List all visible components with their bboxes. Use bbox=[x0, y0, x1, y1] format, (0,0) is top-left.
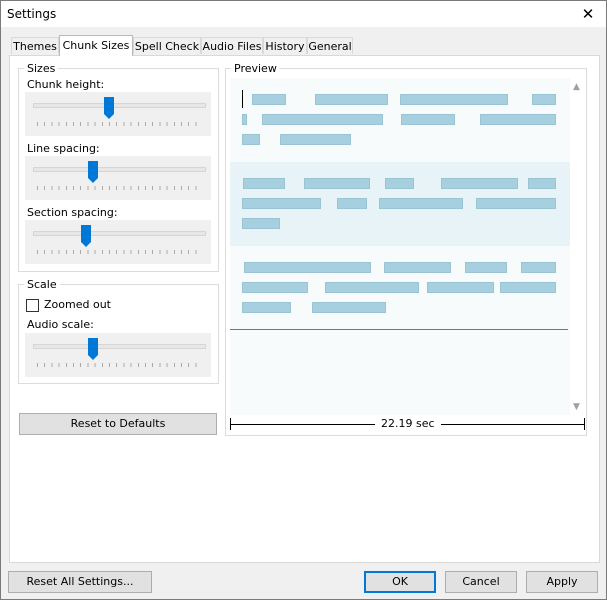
slider-ticks bbox=[37, 186, 201, 190]
section-spacing-label: Section spacing: bbox=[27, 206, 118, 219]
chunk[interactable] bbox=[500, 282, 556, 293]
chunk[interactable] bbox=[242, 134, 260, 145]
line-spacing-slider[interactable] bbox=[25, 156, 211, 200]
chunk[interactable] bbox=[337, 198, 367, 209]
chunk[interactable] bbox=[400, 94, 508, 105]
chunk[interactable] bbox=[280, 134, 351, 145]
chunk[interactable] bbox=[242, 218, 280, 229]
chunk[interactable] bbox=[465, 262, 507, 273]
chunk[interactable] bbox=[521, 262, 556, 273]
settings-window: Settings ✕ Themes Chunk Sizes Spell Chec… bbox=[0, 0, 607, 600]
scale-group-title: Scale bbox=[27, 278, 57, 291]
scroll-up-icon[interactable]: ▲ bbox=[573, 82, 580, 92]
chunk[interactable] bbox=[252, 94, 286, 105]
ok-button[interactable]: OK bbox=[364, 571, 436, 593]
chunk-height-label: Chunk height: bbox=[27, 78, 105, 91]
slider-ticks bbox=[37, 363, 201, 367]
ruler-end-tick bbox=[584, 418, 585, 430]
chunk[interactable] bbox=[427, 282, 494, 293]
chunk[interactable] bbox=[480, 114, 556, 125]
slider-thumb[interactable] bbox=[103, 97, 114, 119]
slider-thumb[interactable] bbox=[87, 161, 98, 183]
slider-track bbox=[33, 344, 206, 349]
tab-history[interactable]: History bbox=[263, 37, 307, 54]
chunk[interactable] bbox=[262, 114, 383, 125]
zoomed-out-checkbox[interactable] bbox=[26, 299, 39, 312]
tab-spell-check[interactable]: Spell Check bbox=[133, 37, 201, 54]
tab-themes[interactable]: Themes bbox=[11, 37, 59, 54]
cancel-button[interactable]: Cancel bbox=[445, 571, 517, 593]
slider-track bbox=[33, 167, 206, 172]
close-icon[interactable]: ✕ bbox=[578, 4, 598, 24]
preview-canvas[interactable]: ▲ ▼ bbox=[230, 78, 580, 415]
slider-track bbox=[33, 103, 206, 108]
audio-scale-slider[interactable] bbox=[25, 333, 211, 377]
chunk[interactable] bbox=[401, 114, 455, 125]
apply-button[interactable]: Apply bbox=[526, 571, 598, 593]
slider-thumb[interactable] bbox=[81, 225, 92, 247]
tab-audio-files[interactable]: Audio Files bbox=[201, 37, 263, 54]
chunk[interactable] bbox=[315, 94, 388, 105]
chunk[interactable] bbox=[242, 282, 308, 293]
text-cursor bbox=[242, 90, 243, 108]
tab-general[interactable]: General bbox=[307, 37, 353, 54]
preview-container: ▲ ▼ 22.19 sec bbox=[225, 62, 587, 436]
chunk[interactable] bbox=[476, 198, 556, 209]
chunk-height-slider[interactable] bbox=[25, 92, 211, 136]
slider-thumb[interactable] bbox=[87, 338, 98, 360]
chunk[interactable] bbox=[325, 282, 419, 293]
title-bar: Settings ✕ bbox=[1, 1, 606, 27]
chunk[interactable] bbox=[384, 262, 451, 273]
duration-label: 22.19 sec bbox=[375, 417, 441, 430]
chunk[interactable] bbox=[441, 178, 518, 189]
tab-chunk-sizes[interactable]: Chunk Sizes bbox=[59, 35, 133, 56]
chunk[interactable] bbox=[532, 94, 556, 105]
slider-ticks bbox=[37, 122, 201, 126]
chunk[interactable] bbox=[242, 114, 247, 125]
window-title: Settings bbox=[7, 7, 57, 21]
chunk[interactable] bbox=[379, 198, 463, 209]
chunk[interactable] bbox=[244, 262, 371, 273]
reset-all-settings-button[interactable]: Reset All Settings... bbox=[8, 571, 152, 593]
slider-track bbox=[33, 231, 206, 236]
chunk[interactable] bbox=[312, 302, 386, 313]
audio-scale-label: Audio scale: bbox=[27, 318, 94, 331]
chunk[interactable] bbox=[242, 302, 291, 313]
section-spacing-slider[interactable] bbox=[25, 220, 211, 264]
scroll-down-icon[interactable]: ▼ bbox=[573, 402, 580, 412]
reset-to-defaults-button[interactable]: Reset to Defaults bbox=[19, 413, 217, 435]
line-spacing-label: Line spacing: bbox=[27, 142, 100, 155]
zoomed-out-label[interactable]: Zoomed out bbox=[44, 298, 111, 311]
sizes-group-title: Sizes bbox=[27, 62, 56, 75]
chunk[interactable] bbox=[528, 178, 556, 189]
preview-end-line bbox=[230, 329, 568, 330]
slider-ticks bbox=[37, 250, 201, 254]
chunk[interactable] bbox=[385, 178, 414, 189]
chunk[interactable] bbox=[242, 198, 321, 209]
chunk[interactable] bbox=[304, 178, 370, 189]
chunk[interactable] bbox=[243, 178, 285, 189]
duration-ruler: 22.19 sec bbox=[230, 417, 585, 430]
chunk-sizes-panel: Sizes Chunk height: Line spacing: Sectio… bbox=[9, 55, 600, 563]
